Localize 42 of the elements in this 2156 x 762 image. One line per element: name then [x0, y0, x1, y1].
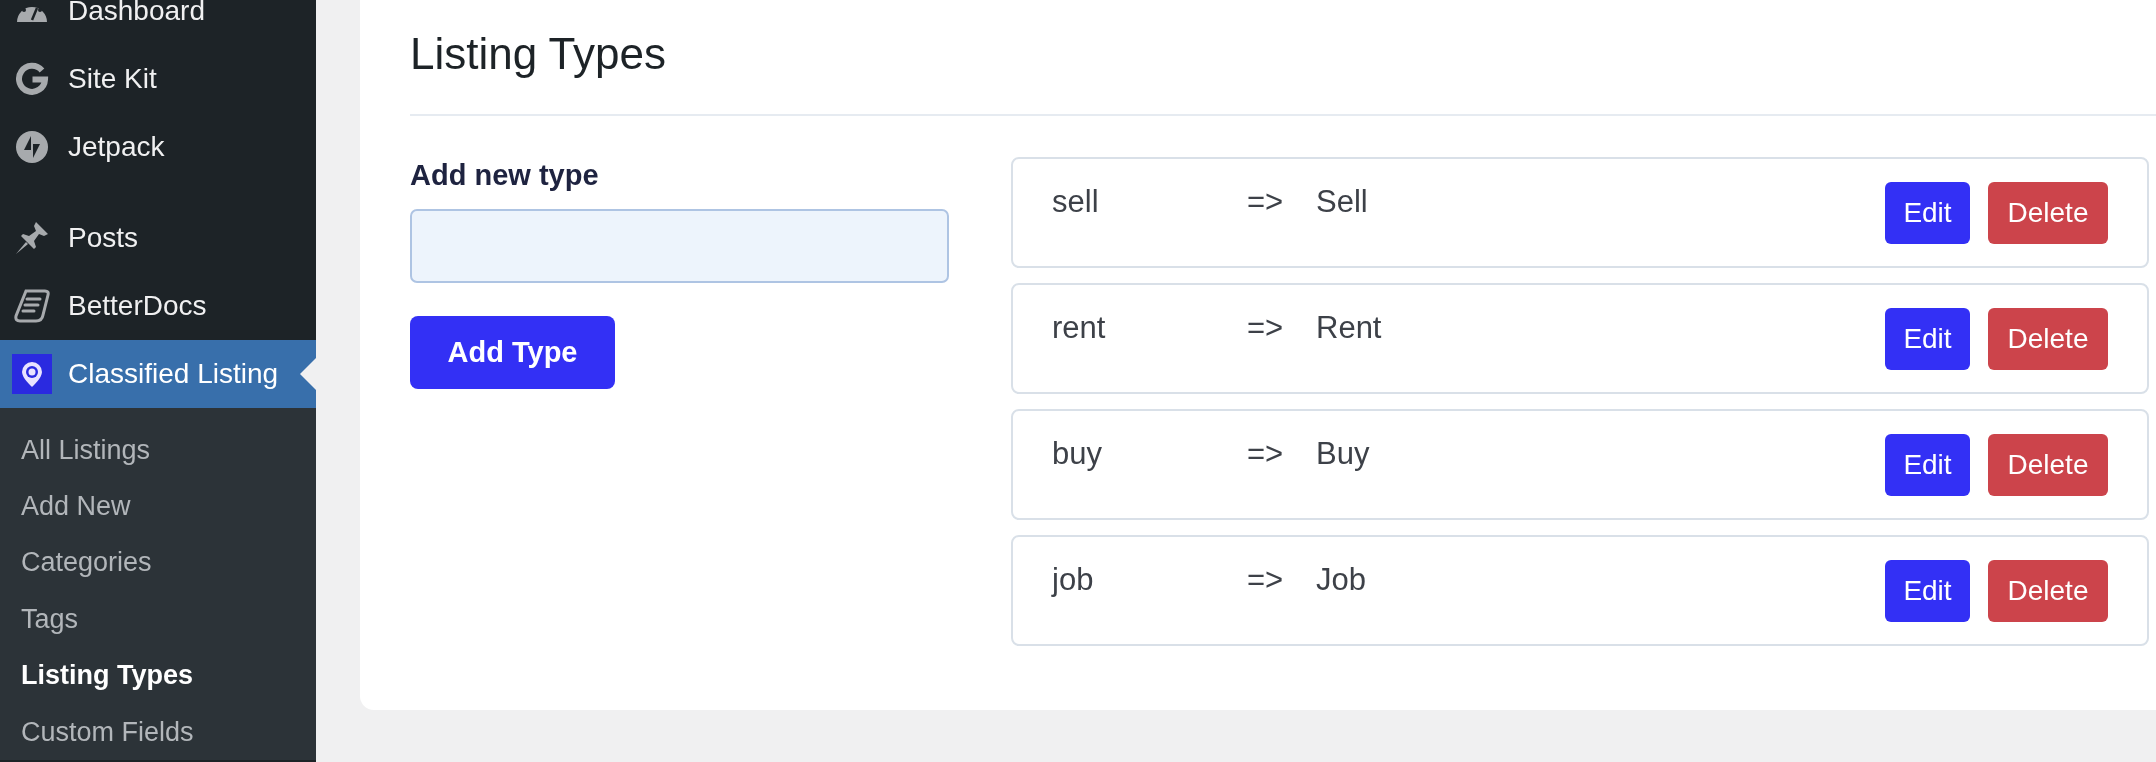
type-slug: rent [1052, 310, 1107, 346]
type-input-field[interactable] [410, 209, 949, 283]
document-icon [14, 289, 50, 323]
submenu-item[interactable]: Custom Fields [0, 703, 194, 761]
add-type-button[interactable]: Add Type [410, 316, 615, 389]
bolt-circle-icon [16, 131, 48, 163]
submenu-item[interactable]: Categories [0, 534, 152, 592]
sidebar-menu-item[interactable]: Classified Listing [0, 340, 316, 408]
mapping-arrow: => [1247, 436, 1285, 472]
edit-button[interactable]: Edit [1885, 433, 1970, 496]
pointer-icon [300, 358, 316, 390]
submenu-item[interactable]: Add New [0, 478, 131, 535]
delete-button[interactable]: Delete [1988, 181, 2108, 244]
type-slug: buy [1052, 436, 1103, 472]
mapping-arrow: => [1247, 184, 1285, 220]
submenu-item[interactable]: Tags [0, 591, 79, 648]
field-label: Add new type [410, 158, 599, 193]
submenu-item[interactable]: Listing Types [0, 647, 194, 704]
letter-g-icon [15, 62, 49, 96]
mapping-arrow: => [1247, 562, 1285, 598]
type-label: Sell [1316, 184, 1368, 220]
sidebar-menu-item[interactable]: Site Kit [0, 45, 316, 113]
delete-button[interactable]: Delete [1988, 559, 2108, 622]
type-label: Buy [1316, 436, 1370, 472]
pushpin-icon [15, 221, 49, 255]
page-title: Listing Types [410, 28, 666, 80]
sidebar-menu-item[interactable]: BetterDocs [0, 272, 316, 340]
edit-button[interactable]: Edit [1885, 181, 1970, 244]
sidebar-menu-item[interactable]: Dashboard [0, 0, 316, 45]
type-label: Job [1316, 562, 1366, 598]
delete-button[interactable]: Delete [1988, 433, 2108, 496]
sidebar-menu-item[interactable]: Jetpack [0, 113, 316, 181]
sidebar-menu-item[interactable]: Posts [0, 204, 316, 272]
submenu-item[interactable]: All Listings [0, 422, 151, 479]
type-label: Rent [1316, 310, 1382, 346]
type-slug: sell [1052, 184, 1100, 220]
delete-button[interactable]: Delete [1988, 307, 2108, 370]
type-slug: job [1052, 562, 1095, 598]
edit-button[interactable]: Edit [1885, 307, 1970, 370]
location-pin-icon [12, 354, 52, 394]
mapping-arrow: => [1247, 310, 1285, 346]
edit-button[interactable]: Edit [1885, 559, 1970, 622]
